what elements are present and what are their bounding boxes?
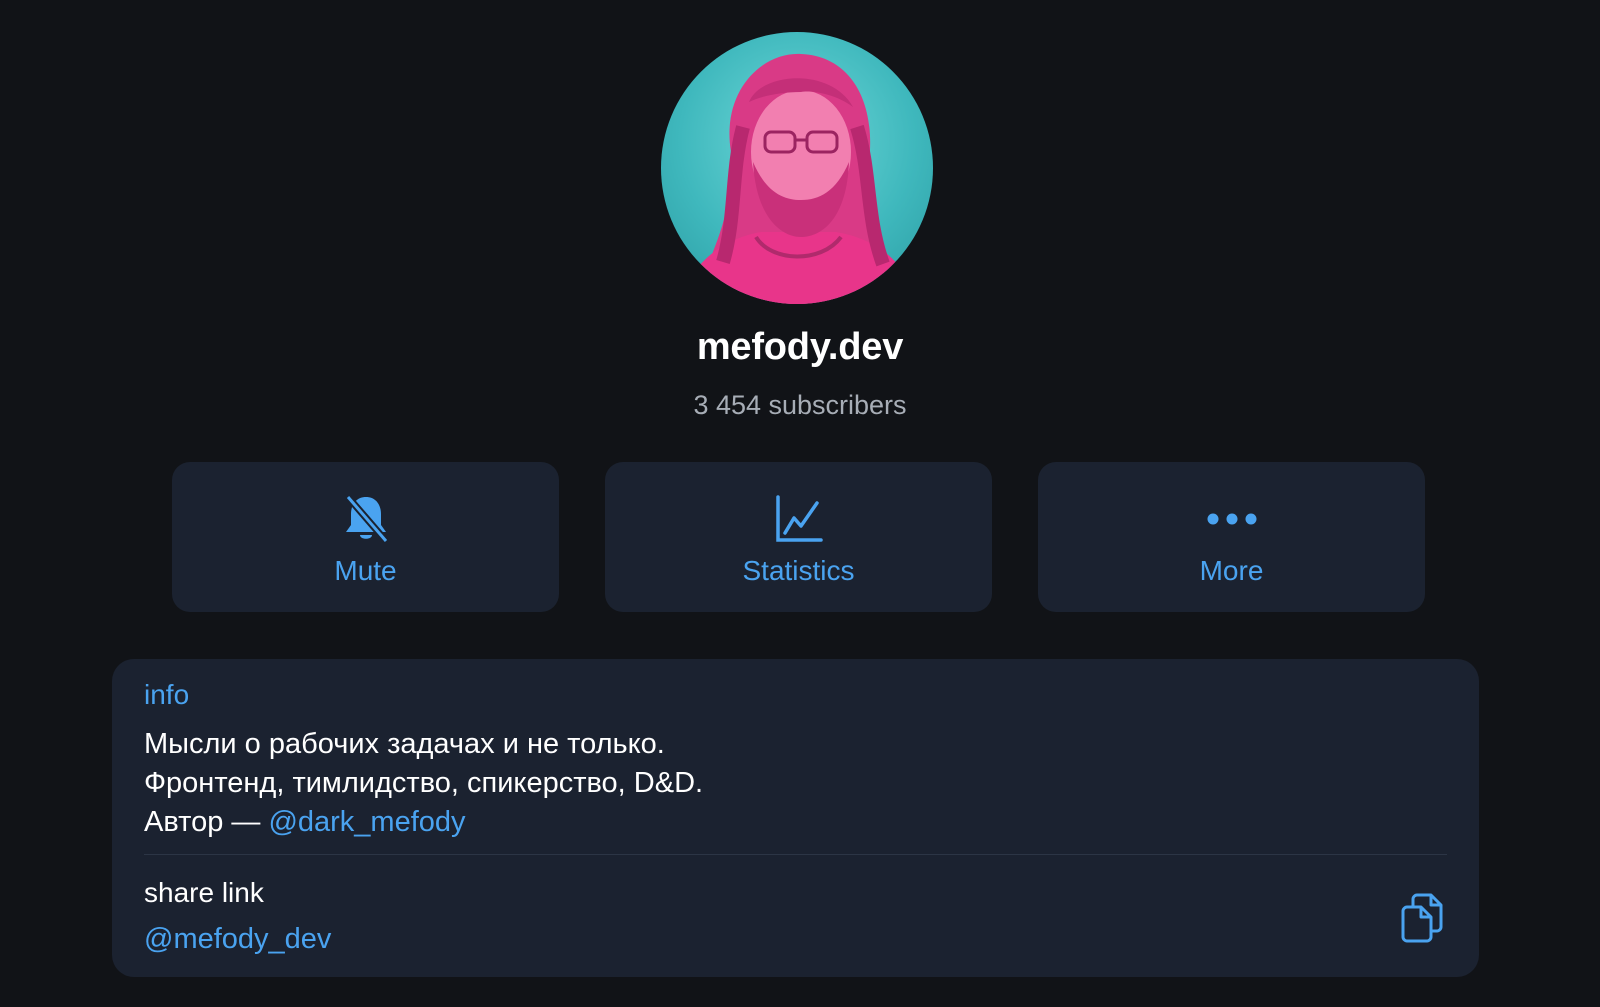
info-card: info Мысли о рабочих задачах и не только… [112,659,1479,977]
copy-icon [1401,893,1443,943]
more-dots-icon [1038,492,1425,546]
description-line: Мысли о рабочих задачах и не только. [144,728,665,760]
mute-button[interactable]: Mute [172,462,559,612]
subscriber-count: 3 454 subscribers [693,390,907,420]
channel-avatar[interactable] [661,32,933,304]
bell-muted-icon [172,492,559,546]
more-button[interactable]: More [1038,462,1425,612]
info-heading: info [144,679,190,710]
channel-title: mefody.dev [696,326,904,368]
avatar-portrait [681,53,916,304]
share-link-handle[interactable]: @mefody_dev [144,923,331,956]
mute-label: Mute [334,555,397,586]
divider [144,854,1447,855]
author-line: Автор — @dark_mefody [144,803,703,842]
channel-description: Мысли о рабочих задачах и не только. Фро… [144,725,703,842]
statistics-label: Statistics [742,555,855,586]
statistics-button[interactable]: Statistics [605,462,992,612]
chart-icon [605,492,992,546]
description-line: Фронтенд, тимлидство, спикерство, D&D. [144,767,704,799]
copy-link-button[interactable] [1397,891,1447,945]
author-link[interactable]: @dark_mefody [268,806,465,838]
share-link-label: share link [144,877,264,908]
author-prefix: Автор — [144,806,269,838]
more-label: More [1199,555,1264,586]
